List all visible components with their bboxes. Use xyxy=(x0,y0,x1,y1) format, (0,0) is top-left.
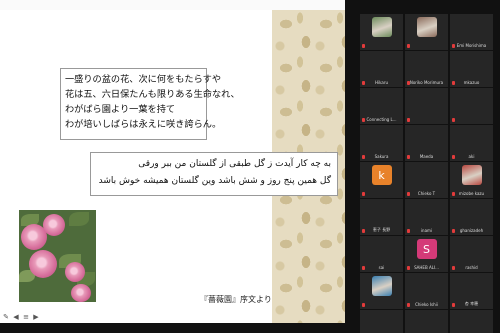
muted-mic-icon xyxy=(407,44,410,48)
slide-top-border xyxy=(0,0,345,10)
muted-mic-icon xyxy=(362,303,365,307)
participant-name: Sakura xyxy=(374,154,389,159)
participant-tile[interactable]: Chieko T xyxy=(405,162,448,198)
participant-tile[interactable] xyxy=(450,88,493,124)
participant-tile[interactable]: Noriko Morimura xyxy=(405,51,448,87)
arrow-left-icon[interactable]: ◀ xyxy=(12,313,20,321)
avatar: k xyxy=(371,165,392,185)
participant-name: Chieko Ishii xyxy=(415,302,438,307)
participant-name: mkazuo xyxy=(463,80,480,85)
participant-tile[interactable]: S SAHEB ALI... xyxy=(405,236,448,272)
participant-tile[interactable]: k xyxy=(360,162,403,198)
participant-name: inami xyxy=(420,228,433,233)
participant-tile[interactable]: Emi Morishima xyxy=(450,14,493,50)
participant-photo xyxy=(416,17,437,37)
slide-caption: 『薔薇園』序文より xyxy=(200,295,272,304)
japanese-poem-box: 一盛りの盆の花、次に何をもたらすや 花は五、六日保たんも限りある生命なれ、 わが… xyxy=(60,68,240,140)
participant-name: mizobe kazu xyxy=(458,191,485,196)
slide-controls: ✎ ◀ ≡ ▶ xyxy=(2,313,40,321)
participant-tile[interactable]: Sakura xyxy=(360,125,403,161)
participant-tile[interactable]: rashid xyxy=(450,236,493,272)
participant-name: Chieko T xyxy=(417,191,436,196)
japanese-poem-line: わが培いしばらは永えに咲き誇らん。 xyxy=(65,119,222,130)
participant-photo xyxy=(371,276,392,296)
participant-tile[interactable]: 恵子 長野 xyxy=(360,199,403,235)
avatar xyxy=(416,17,437,37)
participant-tile[interactable] xyxy=(360,273,403,309)
japanese-poem-line: わがばら園より一葉を持て xyxy=(65,104,176,115)
participant-name: ghanizadeh xyxy=(459,228,484,233)
avatar: S xyxy=(416,239,437,259)
participant-gallery: Emi Morishima Hikaru Noriko Morimura mkazuo… xyxy=(360,14,500,333)
participant-name: sai xyxy=(378,265,385,270)
participant-name: aki xyxy=(468,154,475,159)
shared-screen-slide: 一盛りの盆の花、次に何をもたらすや 花は五、六日保たんも限りある生命なれ、 わが… xyxy=(0,0,345,333)
participant-tile[interactable]: mkazuo xyxy=(450,51,493,87)
avatar xyxy=(371,17,392,37)
participant-photo xyxy=(461,165,482,185)
avatar xyxy=(461,165,482,185)
participant-photo xyxy=(371,17,392,37)
participant-tile[interactable]: inami xyxy=(405,199,448,235)
muted-mic-icon xyxy=(362,44,365,48)
participant-name: Hikaru xyxy=(375,80,388,85)
participant-name: 杏 幸穂 xyxy=(464,301,479,306)
muted-mic-icon xyxy=(407,118,410,122)
participant-tile[interactable] xyxy=(405,14,448,50)
participant-name: SAHEB ALI... xyxy=(414,265,439,270)
rose-photo xyxy=(19,210,96,302)
avatar xyxy=(371,276,392,296)
participant-name: Maeda xyxy=(419,154,434,159)
participant-tile[interactable]: mizobe kazu xyxy=(450,162,493,198)
persian-poem-line: گل همین پنج روز و شش باشد وین گلستان همی… xyxy=(98,176,331,186)
participant-tile[interactable]: Hikaru xyxy=(360,51,403,87)
muted-mic-icon xyxy=(452,118,455,122)
participant-tile[interactable]: 鍋本 修 xyxy=(360,310,403,333)
japanese-poem-line: 一盛りの盆の花、次に何をもたらすや xyxy=(65,74,222,85)
participant-tile[interactable]: ghanizadeh xyxy=(450,199,493,235)
participant-name: rashid xyxy=(465,265,478,270)
pen-icon[interactable]: ✎ xyxy=(2,313,10,321)
participant-avatar: k xyxy=(371,165,392,185)
participant-tile[interactable]: aki xyxy=(450,125,493,161)
participant-tile[interactable]: togawa xyxy=(450,310,493,333)
participant-tile[interactable]: sai xyxy=(360,236,403,272)
participant-tile[interactable] xyxy=(360,14,403,50)
arrow-right-icon[interactable]: ▶ xyxy=(32,313,40,321)
slide-bottom-border xyxy=(0,323,345,333)
participant-tile[interactable]: Chieko Ishii xyxy=(405,273,448,309)
japanese-poem-line: 花は五、六日保たんも限りある生命なれ、 xyxy=(65,89,240,100)
participant-name: Noriko Morimura xyxy=(409,80,444,85)
participant-name: Connecting L... xyxy=(366,117,397,122)
participant-tile[interactable] xyxy=(405,88,448,124)
muted-mic-icon xyxy=(362,192,365,196)
menu-icon[interactable]: ≡ xyxy=(22,313,30,321)
participant-name: 恵子 長野 xyxy=(372,227,391,232)
participant-tile[interactable]: Maeda xyxy=(405,125,448,161)
participant-avatar: S xyxy=(416,239,437,259)
participant-name: Emi Morishima xyxy=(456,43,487,48)
persian-poem-box: به چه کار آیدت ز گل طبقی از گلستان من بب… xyxy=(90,152,338,196)
participant-tile[interactable]: Connecting L... xyxy=(360,88,403,124)
persian-poem-line: به چه کار آیدت ز گل طبقی از گلستان من بب… xyxy=(138,159,331,169)
participant-tile[interactable]: 杏 幸穂 xyxy=(450,273,493,309)
participant-tile[interactable]: masami ono xyxy=(405,310,448,333)
